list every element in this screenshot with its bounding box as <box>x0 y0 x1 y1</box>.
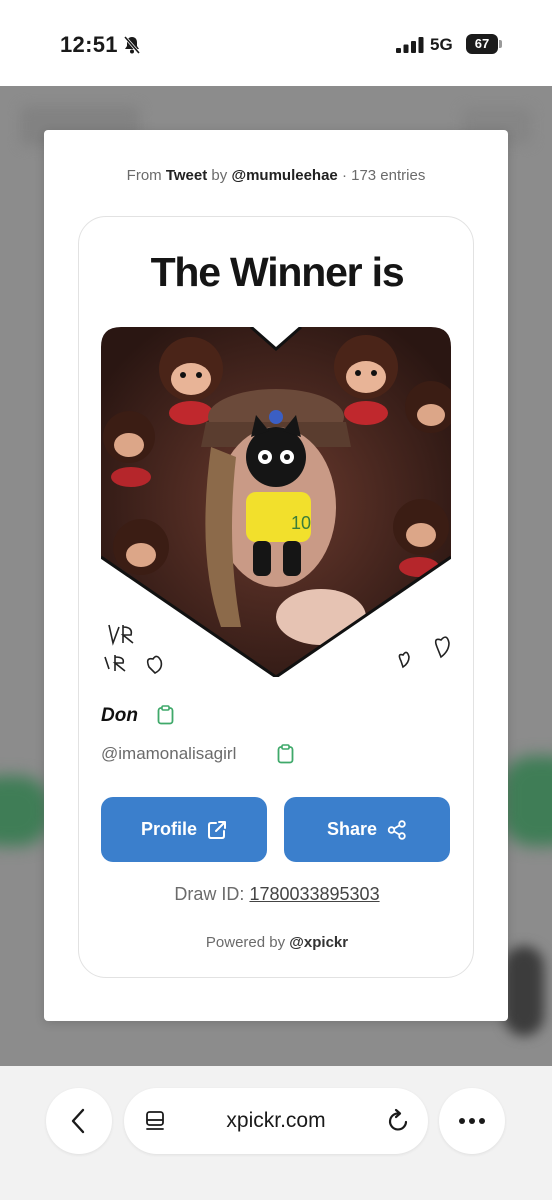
reload-icon[interactable] <box>386 1108 412 1134</box>
draw-id-link[interactable]: 1780033895303 <box>249 884 379 904</box>
draw-id-label: Draw ID: <box>174 884 245 904</box>
blurred-button-right <box>502 756 552 846</box>
winner-card: The Winner is 10 Don @imamonalisagirl Pr… <box>78 216 474 978</box>
profile-button[interactable]: Profile <box>101 797 267 862</box>
winner-name: Don <box>101 705 138 726</box>
source-user[interactable]: @mumuleehae <box>231 167 337 184</box>
copy-handle-icon[interactable] <box>277 744 294 764</box>
powered-brand-link[interactable]: @xpickr <box>289 934 348 951</box>
svg-text:10: 10 <box>291 513 311 533</box>
external-link-icon <box>208 820 226 839</box>
back-button[interactable] <box>46 1088 112 1154</box>
blurred-floating-button <box>504 946 544 1036</box>
winner-photo: 10 <box>101 327 451 677</box>
battery-icon: 67 <box>466 34 502 54</box>
network-type: 5G <box>430 35 453 54</box>
more-button[interactable] <box>439 1088 505 1154</box>
winner-modal: From Tweet by @mumuleehae · 173 entries … <box>44 130 508 1021</box>
url-text: xpickr.com <box>226 1109 326 1132</box>
source-by: by <box>211 167 228 184</box>
back-arrow-icon <box>71 1108 85 1134</box>
source-platform: Tweet <box>165 167 208 184</box>
profile-button-label: Profile <box>140 819 197 839</box>
signal-icon <box>396 37 424 53</box>
powered-prefix: Powered by <box>205 934 286 951</box>
browser-toolbar: xpickr.com <box>0 1066 552 1200</box>
source-line: From Tweet by @mumuleehae · 173 entries <box>44 167 508 184</box>
more-icon <box>459 1118 485 1124</box>
address-bar[interactable]: xpickr.com <box>124 1088 428 1154</box>
source-prefix: From <box>126 167 162 184</box>
status-bar: 12:51 5G 67 <box>0 0 552 86</box>
winner-title: The Winner is <box>150 249 405 295</box>
entries-count: · 173 entries <box>341 167 426 184</box>
bell-slash-icon <box>123 36 141 54</box>
winner-handle: @imamonalisagirl <box>101 744 237 763</box>
powered-by: Powered by @xpickr <box>79 934 475 951</box>
share-icon <box>387 819 406 840</box>
copy-name-icon[interactable] <box>157 705 174 725</box>
share-button-label: Share <box>326 819 378 839</box>
blurred-button-left <box>0 776 50 846</box>
battery-level: 67 <box>466 34 498 54</box>
clock: 12:51 <box>60 32 118 57</box>
draw-id-line: Draw ID: 1780033895303 <box>79 884 475 905</box>
share-button[interactable]: Share <box>284 797 450 862</box>
